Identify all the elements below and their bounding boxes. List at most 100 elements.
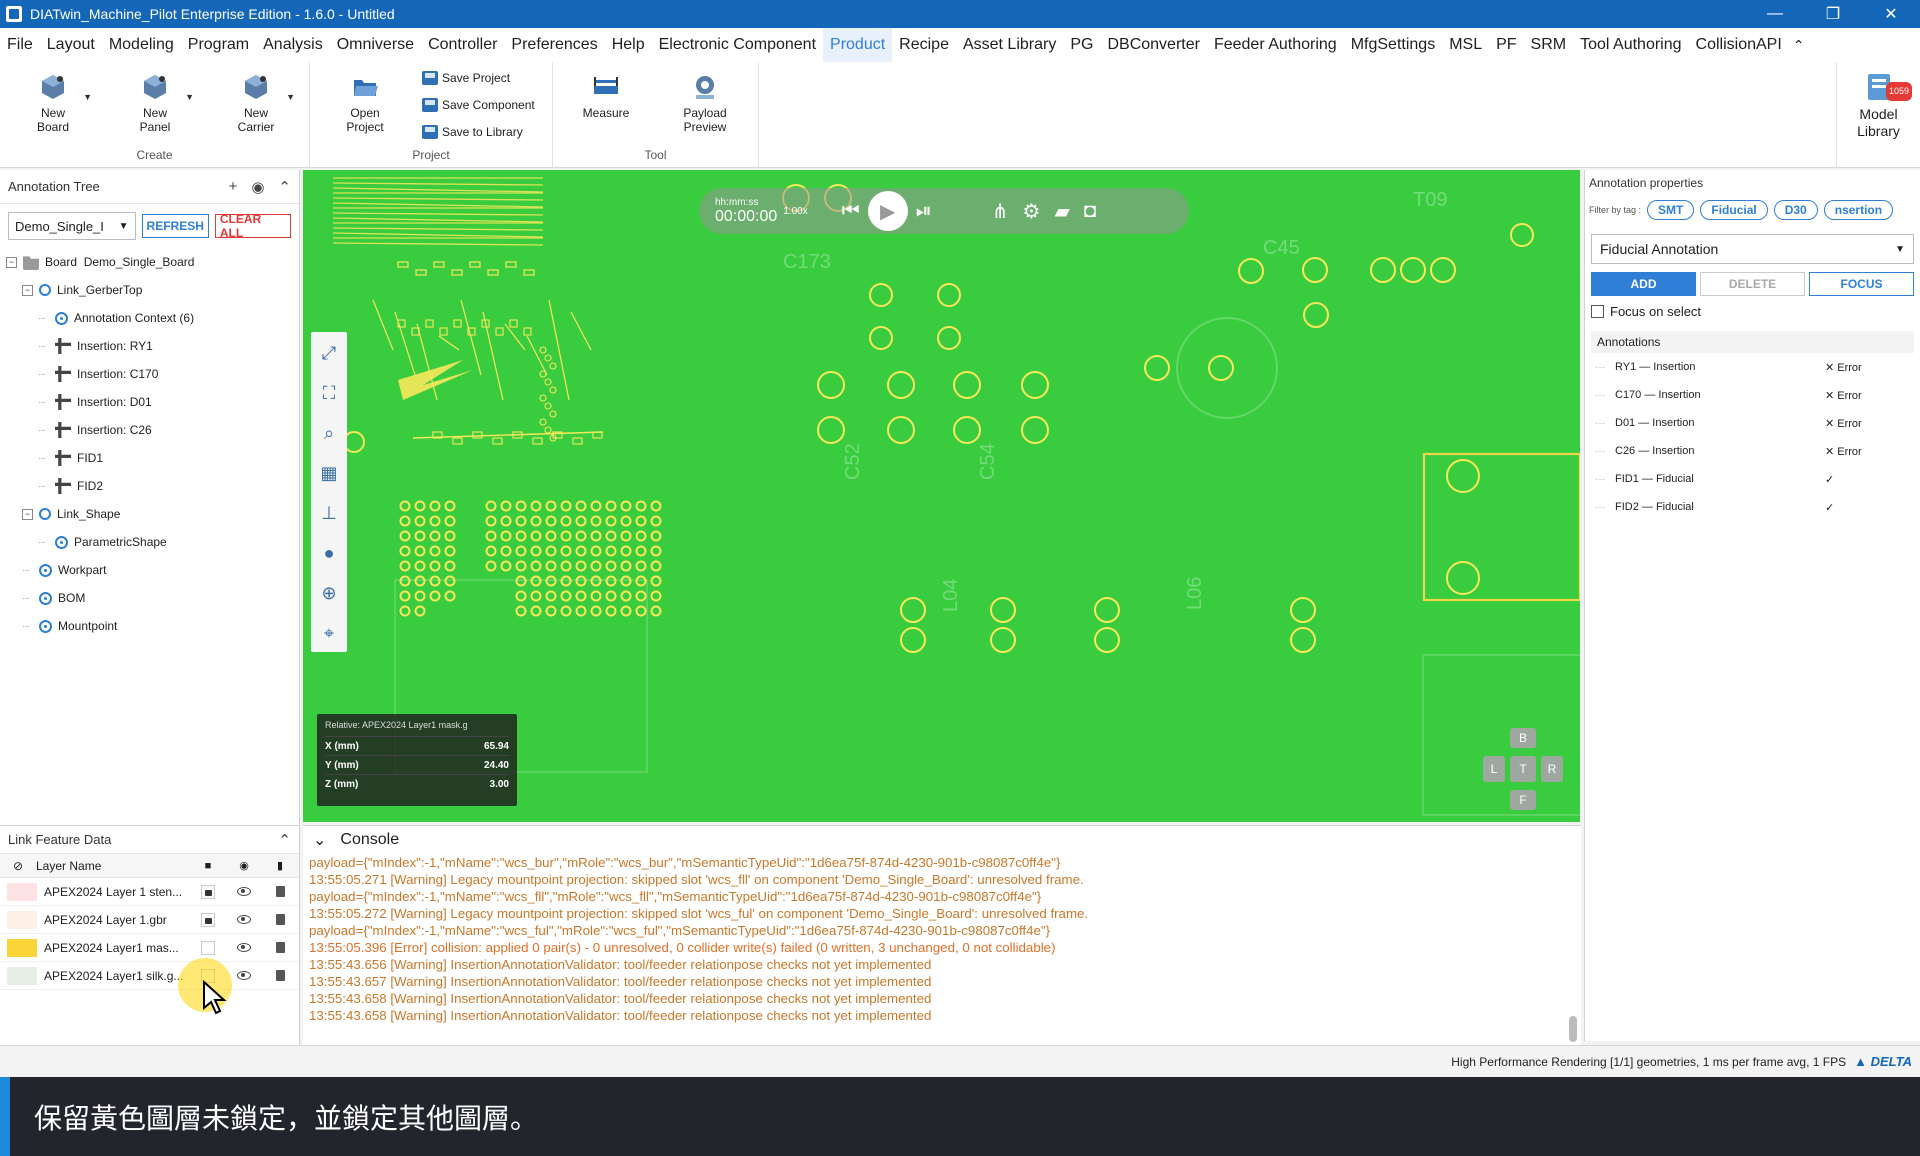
fit-all-icon[interactable]: ⤢ (317, 338, 341, 368)
chevron-down-icon[interactable]: ⌄ (313, 830, 326, 850)
menu-item-layout[interactable]: Layout (40, 28, 102, 62)
close-button[interactable]: ✕ (1862, 0, 1920, 28)
view-front-button[interactable]: F (1510, 790, 1536, 810)
tree-node[interactable]: − Link_Shape (0, 500, 299, 528)
menu-item-recipe[interactable]: Recipe (892, 28, 956, 62)
menu-item-electronic-component[interactable]: Electronic Component (652, 28, 823, 62)
add-icon[interactable]: + (229, 178, 238, 196)
tree-node[interactable]: − Board Demo_Single_Board (0, 248, 299, 276)
tree-node[interactable]: ··· BOM (0, 584, 299, 612)
layer-row[interactable]: APEX2024 Layer 1 sten... (0, 878, 299, 906)
save-project-button[interactable]: Save Project (422, 71, 510, 85)
save-component-button[interactable]: Save Component (422, 98, 535, 112)
tree-icon[interactable]: ⋔ (992, 199, 1009, 224)
layer-row[interactable]: APEX2024 Layer1 silk.g... (0, 962, 299, 990)
tree-node[interactable]: ··· Annotation Context (6) (0, 304, 299, 332)
eye-icon[interactable] (237, 887, 251, 896)
menu-item-collisionapi[interactable]: CollisionAPI (1689, 28, 1789, 62)
layer-color-swatch[interactable] (7, 910, 37, 929)
grid-icon[interactable]: ▦ (317, 458, 341, 488)
menu-item-asset-library[interactable]: Asset Library (956, 28, 1063, 62)
model-library-button[interactable]: 1059 Model Library (1836, 62, 1920, 168)
tree-node[interactable]: ··· Insertion: C170 (0, 360, 299, 388)
chevron-up-icon[interactable]: ⌃ (278, 178, 291, 196)
menu-item-pg[interactable]: PG (1063, 28, 1100, 62)
collapse-toggle-icon[interactable]: − (6, 256, 17, 268)
view-back-button[interactable]: B (1510, 728, 1536, 748)
view-top-button[interactable]: T (1510, 756, 1536, 782)
eye-icon[interactable] (237, 971, 251, 980)
3d-viewport[interactable]: C173 C45 T09 C52 C54 L04 L06 hh:mm:ss 00:00:00… (303, 170, 1580, 822)
eye-icon[interactable] (237, 915, 251, 924)
new-board-button[interactable]: New Board ▼ (22, 72, 92, 134)
tag-chip[interactable]: D30 (1773, 200, 1818, 220)
view-left-button[interactable]: L (1483, 756, 1505, 782)
fit-selection-icon[interactable]: ⛶ (317, 378, 341, 408)
new-carrier-button[interactable]: New Carrier ▼ (225, 72, 295, 134)
focus-on-select-checkbox[interactable] (1591, 305, 1604, 318)
menu-item-tool-authoring[interactable]: Tool Authoring (1573, 28, 1688, 62)
trash-icon[interactable] (275, 914, 285, 925)
tree-node[interactable]: ··· ParametricShape (0, 528, 299, 556)
annotation-type-select[interactable]: Fiducial Annotation ▼ (1591, 234, 1914, 264)
tree-node[interactable]: ··· FID2 (0, 472, 299, 500)
menu-item-help[interactable]: Help (605, 28, 652, 62)
tree-node[interactable]: ··· FID1 (0, 444, 299, 472)
menu-item-controller[interactable]: Controller (421, 28, 504, 62)
zoom-icon[interactable]: ⌕ (317, 418, 341, 448)
chevron-down-icon[interactable]: ▼ (185, 90, 194, 104)
board-select[interactable]: Demo_Single_I ▼ (8, 212, 136, 240)
measure-button[interactable]: Measure (575, 72, 637, 120)
menu-item-modeling[interactable]: Modeling (102, 28, 181, 62)
eye-icon[interactable]: ◉ (251, 178, 264, 196)
layer-row[interactable]: APEX2024 Layer1 mas... (0, 934, 299, 962)
focus-icon[interactable]: ⌖ (317, 618, 341, 648)
lock-icon[interactable] (201, 940, 215, 955)
chevron-down-icon[interactable]: ▼ (286, 90, 295, 104)
restore-button[interactable]: ❐ (1804, 0, 1862, 28)
skip-back-icon[interactable]: ⏮ (842, 200, 860, 223)
lock-icon[interactable] (201, 884, 215, 899)
tree-node[interactable]: ··· Insertion: RY1 (0, 332, 299, 360)
annotation-item[interactable]: ··· C170 — Insertion ✕ Error (1585, 381, 1920, 409)
menu-item-product[interactable]: Product (823, 28, 893, 62)
minimize-button[interactable]: — (1746, 0, 1804, 28)
menu-item-program[interactable]: Program (181, 28, 256, 62)
save-to-library-button[interactable]: Save to Library (422, 125, 523, 139)
orbit-icon[interactable]: ⊕ (317, 578, 341, 608)
console-header[interactable]: ⌄ Console (303, 826, 1581, 854)
layer-color-swatch[interactable] (7, 938, 37, 957)
layer-color-swatch[interactable] (7, 966, 37, 985)
annotation-item[interactable]: ··· RY1 — Insertion ✕ Error (1585, 353, 1920, 381)
annotation-item[interactable]: ··· FID2 — Fiducial ✓ (1585, 493, 1920, 521)
gear-icon[interactable]: ⚙ (1023, 199, 1041, 224)
tree-node[interactable]: ··· Insertion: C26 (0, 416, 299, 444)
open-project-button[interactable]: Open Project (334, 72, 396, 134)
video-camera-icon[interactable]: ▰ (1054, 199, 1069, 224)
chevron-up-icon[interactable]: ⌃ (278, 831, 291, 849)
payload-preview-button[interactable]: Payload Preview (674, 72, 736, 134)
camera-icon[interactable]: ◘ (1084, 200, 1096, 223)
menu-item-omniverse[interactable]: Omniverse (330, 28, 421, 62)
chevron-down-icon[interactable]: ▼ (83, 90, 92, 104)
menu-item-mfgsettings[interactable]: MfgSettings (1344, 28, 1442, 62)
menu-item-dbconverter[interactable]: DBConverter (1100, 28, 1206, 62)
annotation-item[interactable]: ··· C26 — Insertion ✕ Error (1585, 437, 1920, 465)
collapse-ribbon-icon[interactable]: ⌃ (1793, 37, 1805, 54)
delete-button[interactable]: DELETE (1700, 272, 1805, 296)
annotation-item[interactable]: ··· FID1 — Fiducial ✓ (1585, 465, 1920, 493)
collapse-toggle-icon[interactable]: − (22, 284, 33, 296)
new-panel-button[interactable]: New Panel ▼ (124, 72, 194, 134)
menu-item-srm[interactable]: SRM (1524, 28, 1574, 62)
tree-node[interactable]: ··· Insertion: D01 (0, 388, 299, 416)
menu-item-file[interactable]: File (0, 28, 40, 62)
collapse-toggle-icon[interactable]: − (22, 508, 33, 520)
tag-chip[interactable]: nsertion (1823, 200, 1894, 220)
menu-item-pf[interactable]: PF (1489, 28, 1523, 62)
menu-item-msl[interactable]: MSL (1442, 28, 1489, 62)
add-button[interactable]: ADD (1591, 272, 1696, 296)
layer-row[interactable]: APEX2024 Layer 1.gbr (0, 906, 299, 934)
clear-all-button[interactable]: CLEAR ALL (214, 212, 291, 240)
menu-item-preferences[interactable]: Preferences (504, 28, 604, 62)
tree-node[interactable]: ··· Workpart (0, 556, 299, 584)
